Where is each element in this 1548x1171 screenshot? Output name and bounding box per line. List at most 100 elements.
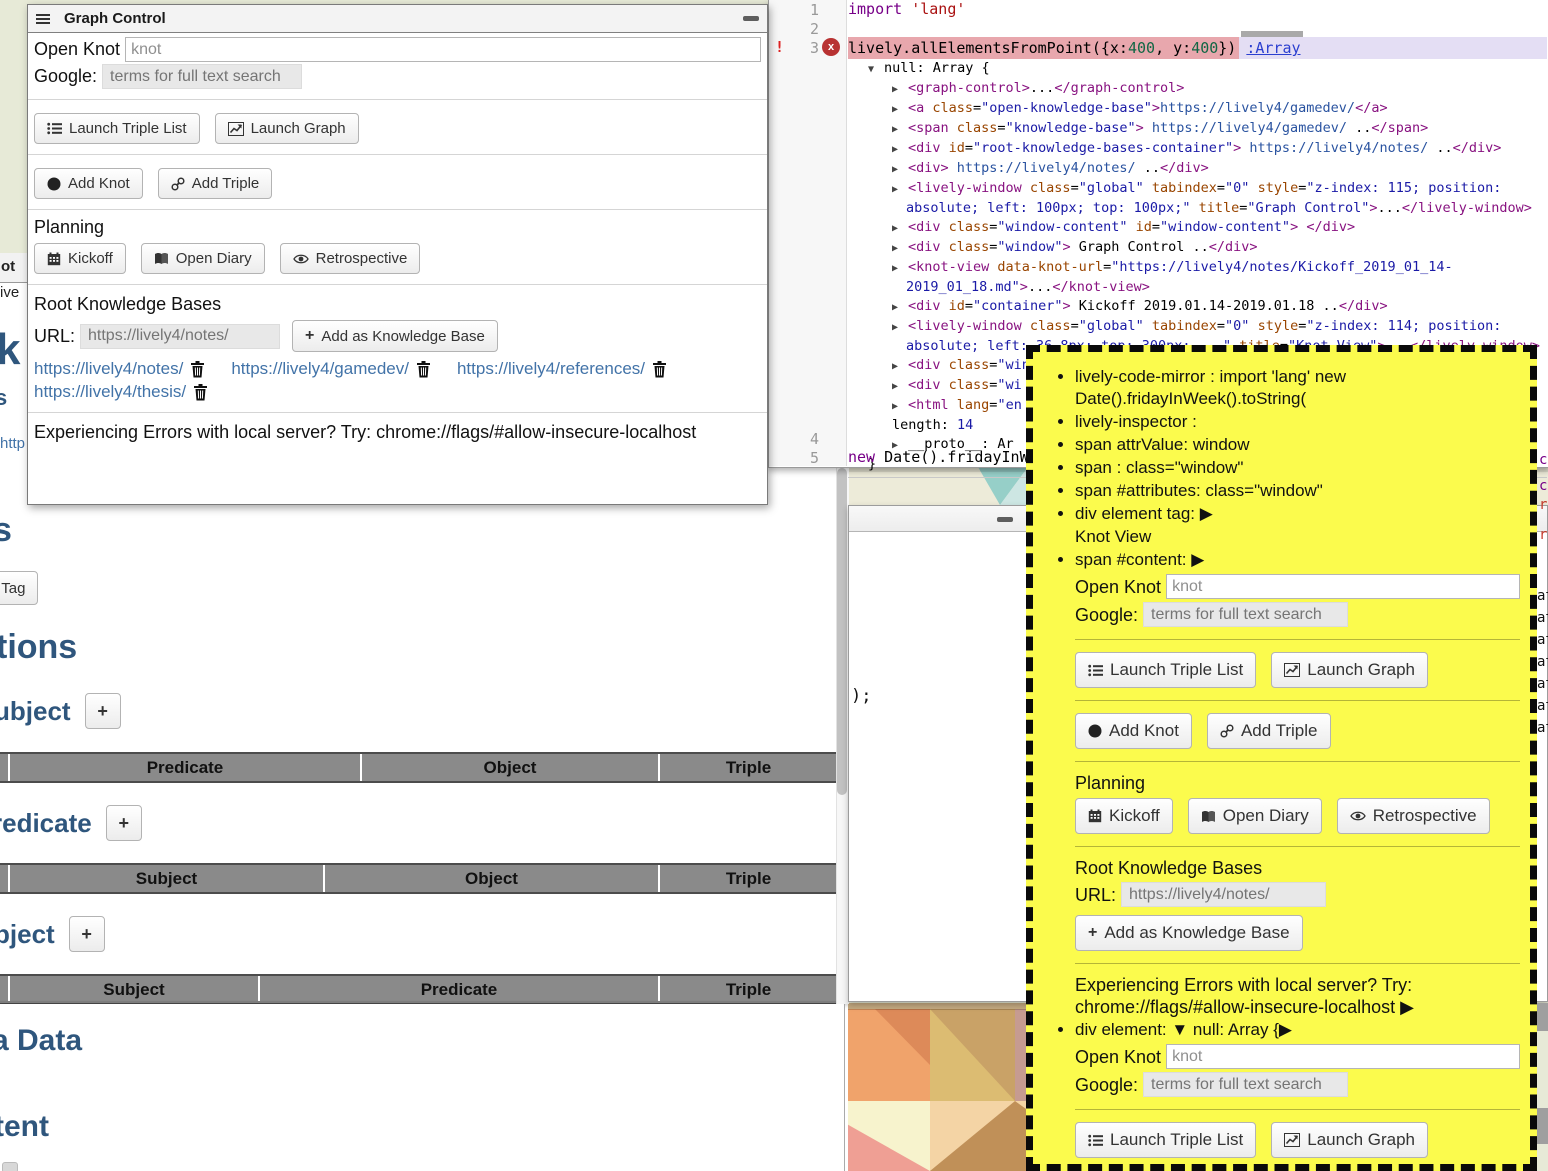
inspector-line[interactable]: ▶<div id="container"> Kickoff 2019.01.14… [848, 297, 1547, 317]
inspector-line[interactable]: 2019_01_18.md">...</knot-view> [848, 278, 1547, 297]
expand-arrow-icon[interactable]: ▶ [892, 160, 908, 179]
kickoff-button[interactable]: Kickoff [1075, 798, 1173, 834]
kb-link[interactable]: https://lively4/references/ [457, 359, 645, 379]
add-knowledge-base-button[interactable]: + Add as Knowledge Base [1075, 915, 1303, 951]
expand-arrow-icon[interactable]: ▶ [892, 180, 908, 199]
add-predicate-button[interactable]: + [106, 805, 142, 841]
inspector-line[interactable]: ▶<div id="root-knowledge-bases-container… [848, 139, 1547, 159]
trash-icon[interactable] [652, 361, 667, 378]
retrospective-button[interactable]: Retrospective [280, 243, 421, 274]
launch-triple-list-button[interactable]: Launch Triple List [1075, 652, 1256, 688]
content-heading-fragment: tent [0, 1110, 49, 1144]
add-triple-button[interactable]: Add Triple [1207, 713, 1331, 749]
google-search-input[interactable] [1143, 1072, 1348, 1097]
tooltip-item-span-content[interactable]: span #content: ▶ Open Knot Google: [1075, 549, 1520, 1018]
trash-icon[interactable] [190, 361, 205, 378]
expand-arrow-icon[interactable]: ▶ [892, 318, 908, 337]
kb-link[interactable]: https://lively4/gamedev/ [231, 359, 409, 379]
expand-arrow-icon[interactable]: ▶ [892, 239, 908, 258]
screen: ot V ive k s http s d Tag tions ubject +… [0, 0, 1548, 1171]
tooltip-item[interactable]: span attrValue: window [1075, 434, 1520, 456]
page-scrollbar-thumb[interactable] [837, 468, 847, 795]
retrospective-button[interactable]: Retrospective [1337, 798, 1490, 834]
inspector-line[interactable]: ▶<knot-view data-knot-url="https://livel… [848, 258, 1547, 278]
table-header-cell: Triple [658, 865, 837, 892]
planning-label: Planning [34, 217, 761, 238]
inspector-line[interactable]: ▶<span class="knowledge-base"> https://l… [848, 119, 1547, 139]
expand-arrow-icon[interactable]: ▶ [892, 259, 908, 278]
link-fragment-http[interactable]: http [0, 435, 25, 452]
google-search-input[interactable] [1143, 602, 1348, 627]
expand-arrow-icon[interactable]: ▶ [892, 298, 908, 317]
expand-arrow-icon[interactable]: ▼ [868, 60, 884, 79]
kickoff-button[interactable]: Kickoff [34, 243, 126, 274]
button-fragment[interactable] [2, 1162, 18, 1171]
inspector-line[interactable]: ▶<div> https://lively4/notes/ ..</div> [848, 159, 1547, 179]
add-knot-button[interactable]: Add Knot [34, 168, 143, 199]
code-line-3[interactable]: lively.allElementsFromPoint({x:400, y:40… [848, 37, 1547, 59]
code-fragment: r [1539, 527, 1547, 543]
tooltip-item[interactable]: lively-inspector : [1075, 411, 1520, 433]
trash-icon[interactable] [193, 384, 208, 401]
code-line-1[interactable]: import 'lang' [848, 0, 965, 18]
inspector-line[interactable]: ▶<a class="open-knowledge-base">https://… [848, 99, 1547, 119]
google-search-input[interactable] [102, 64, 302, 89]
tooltip-item-div-element-tag[interactable]: div element tag: ▶ Knot View [1075, 503, 1520, 548]
expand-arrow-icon[interactable]: ▶ [892, 140, 908, 159]
inspector-line[interactable]: ▶<lively-window class="global" tabindex=… [848, 317, 1547, 337]
background-link-fragment[interactable]: ive [0, 284, 19, 301]
kb-url-input[interactable] [80, 324, 280, 349]
inspector-line[interactable]: ▶<div class="window-content" id="window-… [848, 218, 1547, 238]
open-knot-input[interactable] [125, 37, 761, 62]
window-menu-icon[interactable] [36, 12, 50, 26]
error-badge-icon[interactable]: x [822, 38, 840, 56]
tooltip-item[interactable]: span : class="window" [1075, 457, 1520, 479]
code-line-5[interactable]: new Date().fridayInW [848, 448, 1029, 466]
inspector-line[interactable]: ▶<div class="window"> Graph Control ..</… [848, 238, 1547, 258]
inspector-line[interactable]: absolute; left: 100px; top: 100px;" titl… [848, 199, 1547, 218]
triple-table-2: SubjectObjectTriple [0, 863, 837, 894]
expand-arrow-icon[interactable]: ▶ [892, 100, 908, 119]
expand-arrow-icon[interactable]: ▶ [892, 120, 908, 139]
inspector-line[interactable]: ▶<lively-window class="global" tabindex=… [848, 179, 1547, 199]
open-knot-input[interactable] [1166, 1044, 1520, 1069]
expand-arrow-icon[interactable]: ▶ [892, 80, 908, 99]
expand-arrow-icon[interactable]: ▶ [892, 219, 908, 238]
kb-url-input[interactable] [1121, 882, 1326, 907]
launch-triple-list-button[interactable]: Launch Triple List [1075, 1122, 1256, 1158]
trash-icon[interactable] [416, 361, 431, 378]
knot-circle-icon [47, 177, 61, 191]
add-knowledge-base-button[interactable]: + Add as Knowledge Base [292, 320, 498, 352]
add-tag-button-fragment[interactable]: d Tag [0, 571, 38, 605]
expand-arrow-icon[interactable]: ▶ [892, 357, 908, 376]
launch-triple-list-button[interactable]: Launch Triple List [34, 113, 200, 144]
add-knot-button[interactable]: Add Knot [1075, 713, 1192, 749]
kb-link[interactable]: https://lively4/thesis/ [34, 382, 186, 402]
predicate-row-fragment: redicate + [0, 805, 142, 841]
table-header-cell: Subject [8, 976, 258, 1003]
open-diary-button[interactable]: Open Diary [1188, 798, 1322, 834]
open-diary-button[interactable]: Open Diary [141, 243, 265, 274]
tooltip-item[interactable]: span #attributes: class="window" [1075, 480, 1520, 502]
minimize-icon[interactable] [997, 517, 1013, 522]
inspector-line[interactable]: ▶<graph-control>...</graph-control> [848, 79, 1547, 99]
code-tail-fragment: ); [851, 686, 871, 706]
tooltip-item-div-element-array[interactable]: div element: ▼ null: Array {▶ Open Knot … [1075, 1019, 1520, 1171]
array-annotation-link[interactable]: :Array [1246, 39, 1300, 57]
launch-graph-button[interactable]: Launch Graph [1271, 652, 1428, 688]
kb-link[interactable]: https://lively4/notes/ [34, 359, 183, 379]
table-header-cell: Triple [658, 976, 837, 1003]
add-subject-button[interactable]: + [85, 693, 121, 729]
inspector-line[interactable]: ▼null: Array { [848, 59, 1547, 79]
add-object-button[interactable]: + [69, 916, 105, 952]
expand-arrow-icon[interactable]: ▶ [892, 397, 908, 416]
expand-arrow-icon[interactable]: ▶ [892, 377, 908, 396]
minimize-icon[interactable] [743, 16, 759, 21]
launch-graph-button[interactable]: Launch Graph [1271, 1122, 1428, 1158]
window-titlebar[interactable]: Graph Control [28, 5, 767, 33]
editor-gutter[interactable]: 1 2 3 4 5 ! x [769, 0, 847, 466]
tooltip-item[interactable]: lively-code-mirror : import 'lang' new D… [1075, 366, 1520, 410]
launch-graph-button[interactable]: Launch Graph [215, 113, 359, 144]
open-knot-input[interactable] [1166, 574, 1520, 599]
add-triple-button[interactable]: Add Triple [158, 168, 273, 199]
